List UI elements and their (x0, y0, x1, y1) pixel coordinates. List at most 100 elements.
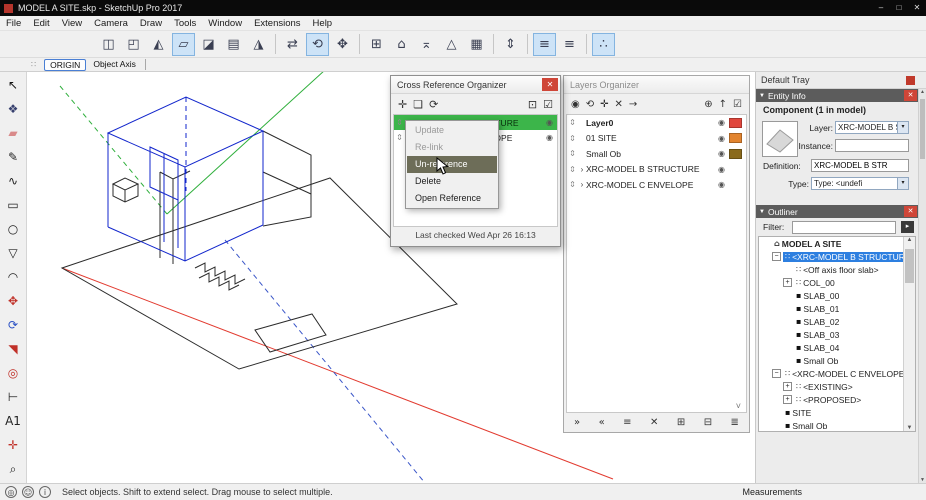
outliner-item[interactable]: ∷<Off axis floor slab> (759, 263, 915, 276)
outliner-item[interactable]: ▪SLAB_04 (759, 341, 915, 354)
type-dropdown[interactable]: Type: <undefi ▾ (811, 177, 909, 190)
zoom-tool-button[interactable]: ⌕ (2, 458, 25, 480)
visibility-eye-icon[interactable]: ◉ (714, 149, 729, 158)
rotate-tool-button[interactable]: ⟳ (2, 314, 25, 336)
drag-handle-icon[interactable]: ⇕ (567, 118, 578, 127)
offset-tool-button[interactable]: ◎ (2, 362, 25, 384)
move-axis-button[interactable]: ⇄ (281, 33, 304, 56)
drag-handle-icon[interactable]: ⇕ (394, 133, 405, 142)
orbit-button[interactable]: ⟲ (306, 33, 329, 56)
outliner-item[interactable]: +∷COL_00 (759, 276, 915, 289)
pan-button[interactable]: ✥ (331, 33, 354, 56)
shape-wedge-button[interactable]: ◭ (147, 33, 170, 56)
scroll-down-chevron-icon[interactable]: ˅ (736, 401, 741, 411)
globe-icon[interactable]: ◎ (5, 486, 17, 498)
context-menu-item-open-reference[interactable]: Open Reference (407, 190, 497, 207)
arc-tool-button[interactable]: ◠ (2, 266, 25, 288)
row-options-icon[interactable]: ≡ (623, 417, 631, 428)
visibility-eye-icon[interactable]: ◉ (542, 133, 557, 142)
layers-dialog-titlebar[interactable]: Layers Organizer (564, 76, 749, 94)
link-layer-icon[interactable]: ⊕ (704, 99, 712, 110)
menu-camera[interactable]: Camera (88, 18, 134, 29)
promote-layer-icon[interactable]: ↑ (719, 99, 727, 110)
expander-minus-icon[interactable]: − (772, 252, 781, 261)
outdent-rows-icon[interactable]: « (599, 417, 605, 428)
expander-plus-icon[interactable]: + (783, 278, 792, 287)
scrollbar-thumb[interactable] (905, 249, 914, 283)
shape-cylinder-button[interactable]: ◫ (97, 33, 120, 56)
paint-bucket-tool-button[interactable]: ❖ (2, 98, 25, 120)
reload-references-icon[interactable]: ⟳ (429, 98, 438, 111)
outliner-item[interactable]: ▪Small Ob (759, 419, 915, 432)
outliner-header[interactable]: ▼ Outliner ✕ (756, 205, 918, 218)
outliner-item[interactable]: ▪SLAB_01 (759, 302, 915, 315)
user-icon[interactable]: ☺ (22, 486, 34, 498)
shape-panel-button[interactable]: ▱ (172, 33, 195, 56)
outliner-item[interactable]: −∷<XRC-MODEL B STRUCTURE> (759, 250, 915, 263)
outliner-scrollbar[interactable]: ▲ ▼ (903, 237, 915, 431)
toggle-visibility-icon[interactable]: ◉ (571, 99, 580, 110)
menu-edit[interactable]: Edit (27, 18, 55, 29)
outliner-close-button[interactable]: ✕ (904, 206, 917, 217)
freehand-tool-button[interactable]: ∿ (2, 170, 25, 192)
outliner-item[interactable]: −∷<XRC-MODEL C ENVELOPE> (759, 367, 915, 380)
insert-reference-icon[interactable]: ❏ (413, 98, 423, 111)
shed-view-button[interactable]: ⌅ (415, 33, 438, 56)
drag-handle-icon[interactable]: ⇕ (567, 134, 578, 143)
type-dropdown-arrow-icon[interactable]: ▾ (897, 178, 908, 189)
entity-info-header[interactable]: ▼ Entity Info ✕ (756, 89, 918, 102)
measurements-input[interactable] (808, 486, 918, 499)
minimize-button[interactable]: – (872, 0, 890, 16)
drag-handle-icon[interactable]: ⇕ (567, 180, 578, 189)
visibility-eye-icon[interactable]: ◉ (714, 165, 729, 174)
xref-points-button[interactable]: ∴ (592, 33, 615, 56)
shape-disc-button[interactable]: ◮ (247, 33, 270, 56)
shape-box-button[interactable]: ◰ (122, 33, 145, 56)
crate-view-button[interactable]: ▦ (465, 33, 488, 56)
visibility-eye-icon[interactable]: ◉ (542, 118, 557, 127)
text-tool-button[interactable]: A1 (2, 410, 25, 432)
outliner-item[interactable]: ▪SLAB_02 (759, 315, 915, 328)
outliner-item[interactable]: +∷<EXISTING> (759, 380, 915, 393)
drag-handle-icon[interactable]: ⇕ (567, 165, 578, 174)
context-menu-item-update[interactable]: Update (407, 122, 497, 139)
filter-apply-button[interactable]: ▸ (901, 221, 914, 233)
purge-layers-icon[interactable]: ✕ (650, 417, 658, 428)
visibility-eye-icon[interactable]: ◉ (714, 180, 729, 189)
shape-dome-button[interactable]: ◪ (197, 33, 220, 56)
auto-hide-pin-icon[interactable] (906, 76, 915, 85)
lock-references-icon[interactable]: ⊡ (528, 98, 537, 111)
layers-menu-icon[interactable]: ≣ (731, 417, 739, 428)
scale-tool-button[interactable]: ◥ (2, 338, 25, 360)
expander-minus-icon[interactable]: − (772, 369, 781, 378)
menu-view[interactable]: View (56, 18, 88, 29)
layer-row[interactable]: ⇕Layer0◉ (567, 115, 746, 131)
layer-color-chip[interactable] (729, 133, 742, 143)
model-info-icon[interactable]: i (39, 486, 51, 498)
definition-field[interactable] (811, 159, 909, 172)
outliner-item[interactable]: +∷<PROPOSED> (759, 393, 915, 406)
axes-tool-button[interactable]: ✛ (2, 434, 25, 456)
menu-help[interactable]: Help (307, 18, 339, 29)
home-view-button[interactable]: ⌂ (390, 33, 413, 56)
eraser-tool-button[interactable]: ▰ (2, 122, 25, 144)
add-reference-icon[interactable]: ✛ (398, 98, 407, 111)
menu-extensions[interactable]: Extensions (248, 18, 306, 29)
grid-view-icon[interactable]: ⊞ (677, 417, 685, 428)
menu-window[interactable]: Window (202, 18, 248, 29)
check-references-icon[interactable]: ☑ (543, 98, 553, 111)
section-updown-button[interactable]: ⇕ (499, 33, 522, 56)
outliner-item[interactable]: ▪SLAB_03 (759, 328, 915, 341)
maximize-button[interactable]: □ (890, 0, 908, 16)
xref-close-button[interactable]: ✕ (542, 78, 558, 91)
expand-arrow-icon[interactable]: › (578, 165, 586, 174)
indent-rows-icon[interactable]: » (574, 417, 580, 428)
outliner-item[interactable]: ▪Small Ob (759, 354, 915, 367)
entity-info-close-button[interactable]: ✕ (904, 90, 917, 101)
menu-tools[interactable]: Tools (168, 18, 202, 29)
scroll-down-icon[interactable]: ▼ (904, 425, 915, 431)
outliner-item[interactable]: ▪SLAB_00 (759, 289, 915, 302)
delete-layer-icon[interactable]: ✕ (615, 99, 623, 110)
detail-view-icon[interactable]: ⊟ (704, 417, 712, 428)
tray-scrollbar[interactable]: ▲ ▼ (918, 89, 926, 483)
